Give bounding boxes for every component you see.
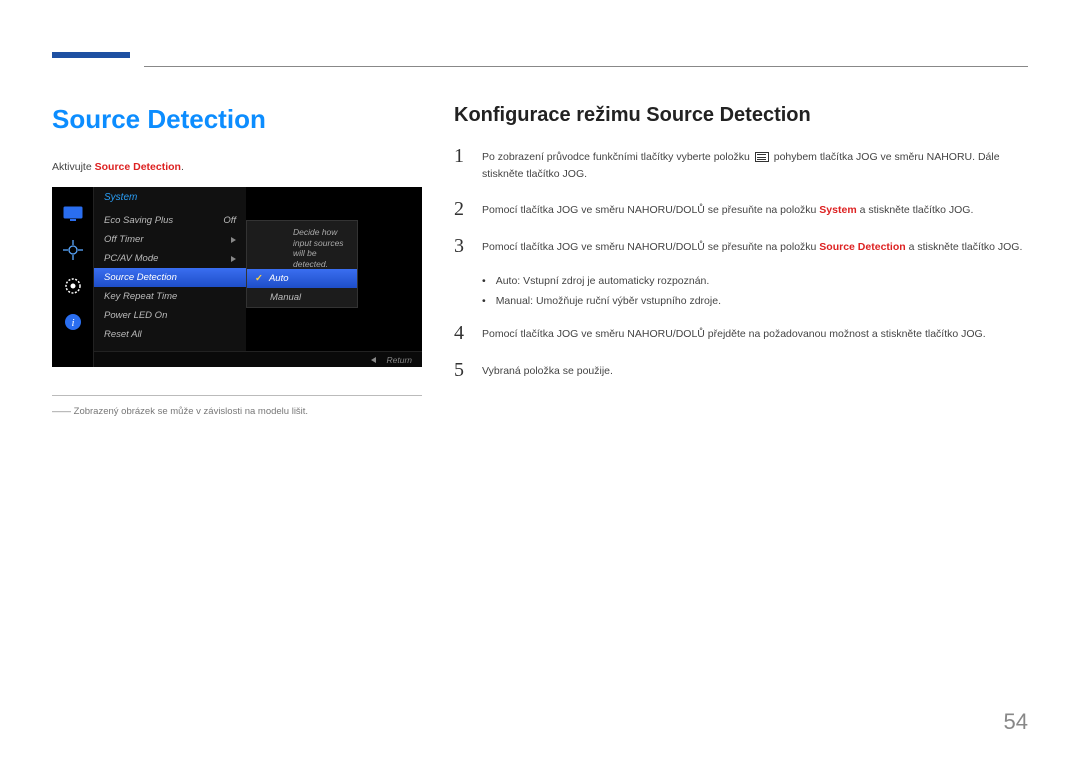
- osd-item-eco: Eco Saving PlusOff: [94, 211, 246, 230]
- osd-footer: Return: [94, 351, 422, 367]
- osd-item-key-repeat: Key Repeat Time: [94, 287, 246, 306]
- osd-sub-manual: Manual: [247, 288, 357, 307]
- osd-submenu: Decide how input sources will be detecte…: [246, 220, 358, 308]
- osd-item-reset: Reset All: [94, 325, 246, 344]
- header-line: [144, 66, 1028, 67]
- osd-item-source-detection: Source Detection: [94, 268, 246, 287]
- osd-menu-screenshot: i System Eco Saving PlusOff Off Timer PC…: [52, 187, 422, 367]
- step-text: Po zobrazení průvodce funkčními tlačítky…: [482, 145, 1028, 184]
- osd-sidebar: i: [52, 187, 94, 367]
- svg-text:i: i: [71, 317, 74, 329]
- info-icon: i: [62, 311, 84, 333]
- page-title: Source Detection: [52, 104, 422, 135]
- bullet-auto: •Auto: Vstupní zdroj je automaticky rozp…: [482, 272, 1028, 292]
- back-arrow-icon: [371, 357, 376, 363]
- step-number: 3: [454, 235, 468, 258]
- osd-item-offtimer: Off Timer: [94, 230, 246, 249]
- step-number: 4: [454, 322, 468, 345]
- step-number: 2: [454, 198, 468, 221]
- step-4: 4 Pomocí tlačítka JOG ve směru NAHORU/DO…: [454, 322, 1028, 345]
- osd-item-pcav: PC/AV Mode: [94, 249, 246, 268]
- return-label: Return: [386, 355, 412, 365]
- check-icon: ✓: [255, 273, 263, 284]
- step-text: Vybraná položka se použije.: [482, 359, 1028, 380]
- step-text: Pomocí tlačítka JOG ve směru NAHORU/DOLŮ…: [482, 322, 1028, 343]
- right-column: Konfigurace režimu Source Detection 1 Po…: [454, 104, 1028, 417]
- step-2: 2 Pomocí tlačítka JOG ve směru NAHORU/DO…: [454, 198, 1028, 221]
- step-number: 5: [454, 359, 468, 382]
- osd-main-menu: System Eco Saving PlusOff Off Timer PC/A…: [94, 187, 246, 351]
- monitor-icon: [62, 203, 84, 225]
- osd-sub-auto: ✓Auto: [247, 269, 357, 288]
- step-5: 5 Vybraná položka se použije.: [454, 359, 1028, 382]
- left-column: Source Detection Aktivujte Source Detect…: [52, 104, 422, 417]
- menu-icon: [755, 152, 769, 162]
- footnote: ―― Zobrazený obrázek se může v závislost…: [52, 395, 422, 417]
- page-number: 54: [1004, 709, 1028, 735]
- osd-menu-header: System: [94, 187, 246, 211]
- bullet-manual: •Manual: Umožňuje ruční výběr vstupního …: [482, 292, 1028, 312]
- step-3: 3 Pomocí tlačítka JOG ve směru NAHORU/DO…: [454, 235, 1028, 258]
- activate-text: Aktivujte Source Detection.: [52, 161, 422, 173]
- step-text: Pomocí tlačítka JOG ve směru NAHORU/DOLŮ…: [482, 198, 1028, 219]
- osd-item-power-led: Power LED On: [94, 306, 246, 325]
- step-text: Pomocí tlačítka JOG ve směru NAHORU/DOLŮ…: [482, 235, 1028, 256]
- subtitle: Konfigurace režimu Source Detection: [454, 104, 1028, 127]
- step-1: 1 Po zobrazení průvodce funkčními tlačít…: [454, 145, 1028, 184]
- page-body: Source Detection Aktivujte Source Detect…: [52, 104, 1028, 417]
- header-accent-bar: [52, 52, 130, 58]
- step-number: 1: [454, 145, 468, 168]
- osd-description: Decide how input sources will be detecte…: [293, 227, 351, 270]
- bullets: •Auto: Vstupní zdroj je automaticky rozp…: [482, 272, 1028, 312]
- target-icon: [62, 239, 84, 261]
- gear-icon: [62, 275, 84, 297]
